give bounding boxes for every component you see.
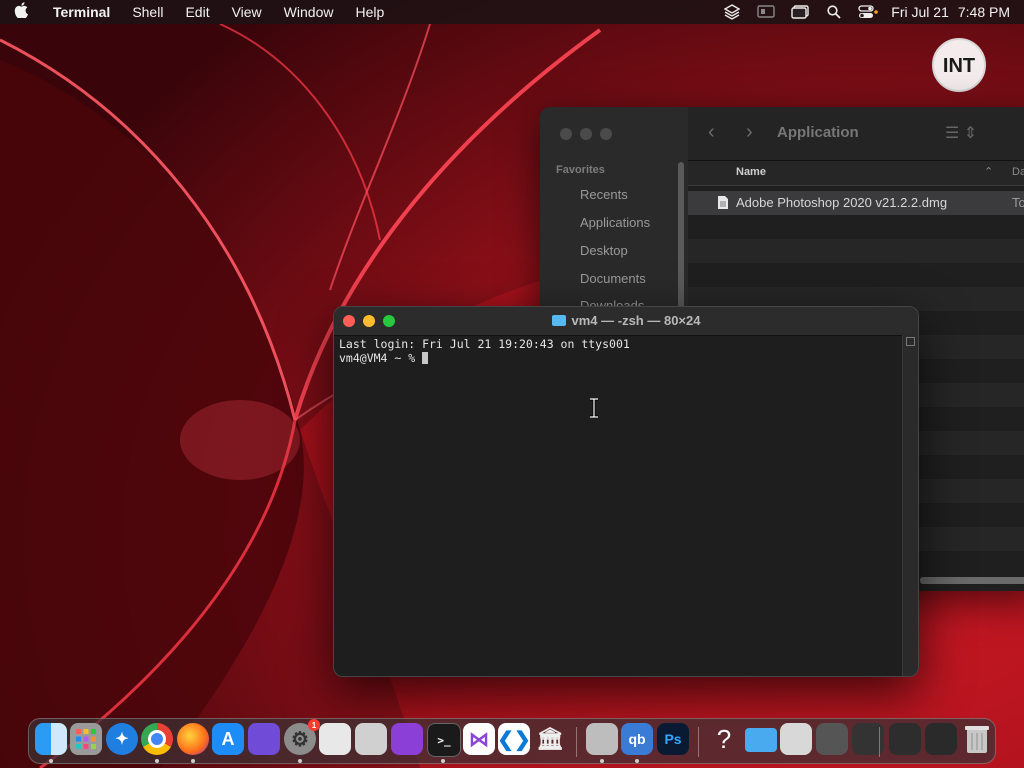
terminal-title-text: vm4 — -zsh — 80×24 xyxy=(571,313,701,328)
dock-separator xyxy=(576,727,577,757)
clock-date: Fri Jul 21 xyxy=(891,4,949,20)
dock-app-label: qb xyxy=(628,731,646,747)
launchpad-icon[interactable] xyxy=(70,723,102,755)
stack-documents-icon[interactable] xyxy=(780,723,812,755)
finder-zoom-button[interactable] xyxy=(600,128,612,140)
column-date[interactable]: Da xyxy=(1012,166,1024,178)
terminal-window[interactable]: vm4 — -zsh — 80×24 Last login: Fri Jul 2… xyxy=(333,306,919,677)
folder-icon[interactable] xyxy=(745,728,777,752)
forward-chevron-icon[interactable]: › xyxy=(746,121,753,144)
control-center-icon[interactable] xyxy=(851,0,885,24)
back-chevron-icon[interactable]: ‹ xyxy=(708,121,715,144)
apple-logo-icon[interactable] xyxy=(0,2,42,22)
running-indicator xyxy=(298,759,302,763)
layers-icon[interactable] xyxy=(715,0,749,24)
terminal-scrollbar[interactable] xyxy=(902,335,918,676)
screen-mirror-icon[interactable] xyxy=(749,0,783,24)
stack-screenshots-icon[interactable] xyxy=(816,723,848,755)
watermark-text: INT xyxy=(943,55,975,77)
dock-app-label: >_ xyxy=(437,733,451,747)
terminal-output[interactable]: Last login: Fri Jul 21 19:20:43 on ttys0… xyxy=(339,337,630,365)
favorites-heading: Favorites xyxy=(556,164,605,176)
running-indicator xyxy=(191,759,195,763)
finder-minimize-button[interactable] xyxy=(580,128,592,140)
dock-app-label: ? xyxy=(716,723,732,754)
screenshot-icon[interactable] xyxy=(355,723,387,755)
scroll-split-icon[interactable] xyxy=(906,337,915,346)
finder-window-controls xyxy=(560,128,612,140)
menu-terminal[interactable]: Terminal xyxy=(42,0,121,24)
running-indicator xyxy=(600,759,604,763)
terminal-titlebar[interactable]: vm4 — -zsh — 80×24 xyxy=(334,307,918,336)
text-cursor xyxy=(422,352,429,364)
sidebar-item-desktop[interactable]: Desktop xyxy=(580,243,628,258)
menu-help[interactable]: Help xyxy=(344,0,395,24)
chrome-icon[interactable] xyxy=(141,723,173,755)
finder-toolbar: ‹ › Application ☰ ⇕ xyxy=(688,107,1024,161)
safari-icon[interactable]: ✦ xyxy=(106,723,138,755)
sidebar-item-documents[interactable]: Documents xyxy=(580,271,646,286)
terminal-prompt-line: vm4@VM4 ~ % xyxy=(339,351,630,365)
app-store-icon[interactable]: A xyxy=(212,723,244,755)
file-name: Adobe Photoshop 2020 v21.2.2.dmg xyxy=(736,195,948,210)
library-icon[interactable]: 🏛 xyxy=(534,723,566,755)
trash-icon[interactable] xyxy=(961,723,993,755)
list-view-icon[interactable]: ☰ ⇕ xyxy=(945,123,977,143)
sort-chevron-icon[interactable]: ⌃ xyxy=(984,165,993,178)
ibeam-cursor-icon xyxy=(590,398,598,418)
stack-desktop-icon[interactable] xyxy=(889,723,921,755)
watermark-logo: INT xyxy=(932,38,986,92)
vscode-icon[interactable]: ❮❯ xyxy=(497,723,531,755)
folder-icon xyxy=(551,315,566,326)
list-column-header: Name ⌃ Da xyxy=(688,161,1024,186)
running-indicator xyxy=(49,759,53,763)
finder-icon[interactable] xyxy=(35,723,67,755)
file-kind: To xyxy=(1012,195,1024,210)
empty-row xyxy=(688,239,1024,263)
finder-window-title: Application xyxy=(777,124,859,141)
menu-bar: Terminal Shell Edit View Window Help Fri… xyxy=(0,0,1024,24)
menu-window[interactable]: Window xyxy=(273,0,345,24)
search-icon[interactable] xyxy=(817,0,851,24)
window-icon[interactable] xyxy=(783,0,817,24)
shortcuts-icon[interactable] xyxy=(248,723,280,755)
finder-close-button[interactable] xyxy=(560,128,572,140)
qbittorrent-icon[interactable]: qb xyxy=(621,723,653,755)
clock-time: 7:48 PM xyxy=(957,4,1010,20)
dock: ✦ A ⚙ 1 >_ ⋈ ❮❯ 🏛 qb Ps? xyxy=(28,718,996,764)
terminal-line: Last login: Fri Jul 21 19:20:43 on ttys0… xyxy=(339,337,630,351)
photoshop-icon[interactable]: Ps xyxy=(657,723,689,755)
stack-recent-icon[interactable] xyxy=(925,723,957,755)
running-indicator xyxy=(155,759,159,763)
visual-studio-icon[interactable]: ⋈ xyxy=(463,723,495,755)
menu-view[interactable]: View xyxy=(221,0,273,24)
column-name[interactable]: Name xyxy=(736,166,766,178)
menu-edit[interactable]: Edit xyxy=(174,0,220,24)
horizontal-scrollbar[interactable] xyxy=(920,577,1024,584)
terminal-prompt: vm4@VM4 ~ % xyxy=(339,351,423,365)
help-icon[interactable]: ? xyxy=(708,723,740,755)
file-row[interactable]: Adobe Photoshop 2020 v21.2.2.dmg To xyxy=(688,191,1024,215)
sidebar-item-applications[interactable]: Applications xyxy=(580,215,650,230)
sidebar-scrollbar[interactable] xyxy=(678,162,684,322)
document-icon xyxy=(718,196,728,209)
system-settings-icon[interactable]: ⚙ 1 xyxy=(284,719,320,755)
running-indicator xyxy=(441,759,445,763)
dock-separator xyxy=(879,727,880,757)
menu-shell[interactable]: Shell xyxy=(121,0,174,24)
sidebar-item-recents[interactable]: Recents xyxy=(580,187,628,202)
textedit-icon[interactable] xyxy=(319,723,351,755)
firefox-icon[interactable] xyxy=(177,723,209,755)
terminal-icon[interactable]: >_ xyxy=(427,723,461,757)
terminal-title: vm4 — -zsh — 80×24 xyxy=(334,313,918,328)
dock-app-label: Ps xyxy=(664,731,682,747)
dock-separator xyxy=(698,727,699,757)
menu-bar-clock[interactable]: Fri Jul 21 7:48 PM xyxy=(885,4,1010,20)
running-indicator xyxy=(635,759,639,763)
disk-utility-icon[interactable] xyxy=(586,723,618,755)
pocket-icon[interactable] xyxy=(391,723,423,755)
